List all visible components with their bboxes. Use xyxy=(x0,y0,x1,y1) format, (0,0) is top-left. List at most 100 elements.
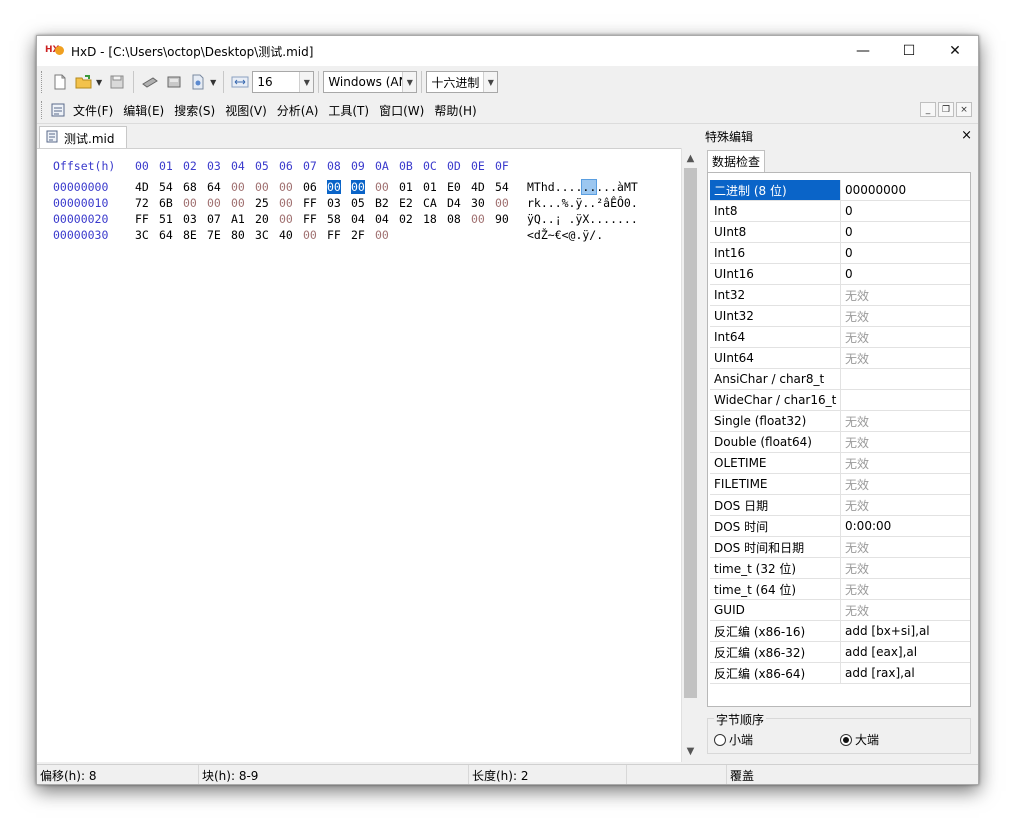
chevron-down-icon[interactable]: ▼ xyxy=(483,72,498,92)
hex-byte[interactable]: 72 xyxy=(135,196,159,210)
hex-byte[interactable]: 64 xyxy=(207,180,231,194)
document-icon[interactable] xyxy=(50,100,66,120)
disk-icon[interactable] xyxy=(164,72,184,92)
hex-byte[interactable]: 01 xyxy=(423,180,447,194)
hex-byte[interactable]: 80 xyxy=(231,228,255,242)
hex-byte[interactable]: 90 xyxy=(495,212,519,226)
hex-byte[interactable]: 00 xyxy=(279,196,303,210)
ascii-text[interactable]: ÿQ..¡ .ÿX....... xyxy=(527,211,638,227)
inspector-value[interactable]: 0 xyxy=(841,201,970,221)
charset-select[interactable]: Windows (AN ▼ xyxy=(323,71,418,93)
hex-row[interactable]: 00000000 4D 54 68 64 00 00 00 06 00 00 00 01 01 E0 4D 54 xyxy=(53,179,519,195)
inspector-value[interactable]: 无效 xyxy=(841,432,970,452)
hex-byte[interactable]: 3C xyxy=(255,228,279,242)
inspector-value[interactable]: 00000000 xyxy=(841,180,970,200)
file-info-icon[interactable] xyxy=(188,72,208,92)
inspector-value[interactable]: 无效 xyxy=(841,495,970,515)
chevron-down-icon[interactable]: ▼ xyxy=(299,72,314,92)
hex-byte[interactable]: 04 xyxy=(351,212,375,226)
inspector-row[interactable]: time_t (32 位) 无效 xyxy=(710,558,970,579)
hex-byte[interactable]: 4D xyxy=(135,180,159,194)
hex-byte[interactable]: 4D xyxy=(471,180,495,194)
hex-byte[interactable]: 00 xyxy=(231,196,255,210)
inspector-value[interactable]: 无效 xyxy=(841,327,970,347)
inspector-row[interactable]: Int32 无效 xyxy=(710,285,970,306)
hex-byte[interactable]: 40 xyxy=(279,228,303,242)
hex-byte[interactable]: 00 xyxy=(279,180,303,194)
inspector-row[interactable]: AnsiChar / char8_t xyxy=(710,369,970,390)
inspector-value[interactable]: 无效 xyxy=(841,579,970,599)
save-icon[interactable] xyxy=(107,72,127,92)
hex-byte[interactable]: A1 xyxy=(231,212,255,226)
hex-byte[interactable]: 8E xyxy=(183,228,207,242)
mdi-restore-button[interactable]: ❐ xyxy=(938,102,954,117)
tools-dropdown-icon[interactable]: ▼ xyxy=(210,78,216,87)
radio-big-circle[interactable] xyxy=(840,733,852,746)
hex-byte[interactable]: 00 xyxy=(375,180,399,194)
hex-byte[interactable]: 00 xyxy=(303,228,327,242)
inspector-row[interactable]: time_t (64 位) 无效 xyxy=(710,579,970,600)
hex-byte[interactable]: 00 xyxy=(255,180,279,194)
hex-byte[interactable]: 08 xyxy=(447,212,471,226)
hex-byte[interactable]: 04 xyxy=(375,212,399,226)
scroll-thumb[interactable] xyxy=(684,168,697,698)
hex-byte[interactable]: 03 xyxy=(183,212,207,226)
inspector-value[interactable]: 无效 xyxy=(841,474,970,494)
inspector-value[interactable]: add [rax],al xyxy=(841,663,970,683)
inspector-value[interactable]: 无效 xyxy=(841,537,970,557)
inspector-value[interactable] xyxy=(841,390,970,410)
close-button[interactable]: ✕ xyxy=(932,36,978,66)
inspector-row[interactable]: DOS 时间 0:00:00 xyxy=(710,516,970,537)
inspector-row[interactable]: 反汇编 (x86-32) add [eax],al xyxy=(710,642,970,663)
radio-little-circle[interactable] xyxy=(714,733,726,746)
open-folder-icon[interactable] xyxy=(74,72,94,92)
hex-byte[interactable]: 68 xyxy=(183,180,207,194)
title-bar[interactable]: HX HxD - [C:\Users\octop\Desktop\测试.mid]… xyxy=(37,36,978,66)
inspector-row[interactable]: Double (float64) 无效 xyxy=(710,432,970,453)
mdi-close-button[interactable]: × xyxy=(956,102,972,117)
tab-data-inspector[interactable]: 数据检查 xyxy=(707,150,765,172)
hex-byte[interactable]: E0 xyxy=(447,180,471,194)
hex-byte[interactable]: 06 xyxy=(303,180,327,194)
big-endian-radio[interactable]: 大端 xyxy=(840,731,879,748)
hex-row[interactable]: 00000030 3C 64 8E 7E 80 3C 40 00 FF 2F 00 xyxy=(53,227,399,243)
hex-byte[interactable]: 3C xyxy=(135,228,159,242)
inspector-value[interactable]: 无效 xyxy=(841,558,970,578)
hex-byte[interactable]: 05 xyxy=(351,196,375,210)
hex-byte[interactable]: 30 xyxy=(471,196,495,210)
inspector-row[interactable]: GUID 无效 xyxy=(710,600,970,621)
hex-byte[interactable]: CA xyxy=(423,196,447,210)
menu-grip[interactable] xyxy=(41,101,44,119)
ram-icon[interactable] xyxy=(140,72,160,92)
close-icon[interactable]: × xyxy=(961,128,972,143)
hex-byte[interactable]: E2 xyxy=(399,196,423,210)
hex-byte[interactable]: 54 xyxy=(495,180,519,194)
hex-byte[interactable]: 2F xyxy=(351,228,375,242)
hex-byte[interactable]: 00 xyxy=(279,212,303,226)
hex-byte[interactable]: 01 xyxy=(399,180,423,194)
hex-byte[interactable]: 6B xyxy=(159,196,183,210)
inspector-row[interactable]: UInt16 0 xyxy=(710,264,970,285)
hex-byte[interactable]: 00 xyxy=(495,196,519,210)
hex-byte[interactable]: 02 xyxy=(399,212,423,226)
hex-byte[interactable]: 00 xyxy=(207,196,231,210)
inspector-value[interactable]: 无效 xyxy=(841,411,970,431)
menu-tools[interactable]: 工具(T) xyxy=(323,102,374,119)
inspector-value[interactable]: add [bx+si],al xyxy=(841,621,970,641)
vertical-scrollbar[interactable]: ▲ ▼ xyxy=(681,148,699,762)
hex-byte[interactable]: 7E xyxy=(207,228,231,242)
inspector-value[interactable]: 无效 xyxy=(841,306,970,326)
ascii-text[interactable]: MThd.........àMT xyxy=(527,179,638,195)
scroll-up-icon[interactable]: ▲ xyxy=(682,150,699,167)
inspector-row[interactable]: WideChar / char16_t xyxy=(710,390,970,411)
inspector-row[interactable]: Int64 无效 xyxy=(710,327,970,348)
hex-editor-pane[interactable]: Offset(h) 00 01 02 03 04 05 06 07 08 09 0A 0B 0C 0D 0E 0… xyxy=(37,148,681,762)
inspector-row[interactable]: Int16 0 xyxy=(710,243,970,264)
hex-byte[interactable]: 00 xyxy=(183,196,207,210)
hex-byte[interactable]: D4 xyxy=(447,196,471,210)
inspector-value[interactable]: 0 xyxy=(841,243,970,263)
ascii-text[interactable]: <dŽ~€<@.ÿ/. xyxy=(527,227,603,243)
hex-byte[interactable]: FF xyxy=(135,212,159,226)
inspector-value[interactable]: 0:00:00 xyxy=(841,516,970,536)
little-endian-radio[interactable]: 小端 xyxy=(714,731,753,748)
